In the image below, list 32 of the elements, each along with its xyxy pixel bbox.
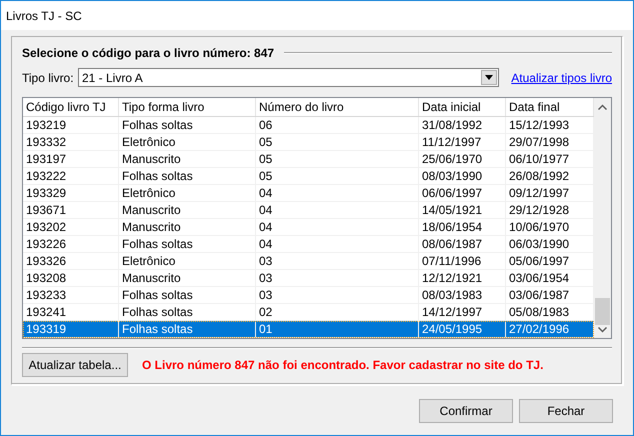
table-row[interactable]: 193226 Folhas soltas 04 08/06/1987 06/03/1990 bbox=[23, 236, 594, 253]
dialog-button[interactable]: Confirmar bbox=[419, 399, 513, 423]
table-cell: Folhas soltas bbox=[119, 321, 256, 338]
table-row[interactable]: 193671 Manuscrito 04 14/05/1921 29/12/1928 bbox=[23, 202, 594, 219]
table-cell: 193319 bbox=[23, 321, 119, 338]
dialog-button[interactable]: Fechar bbox=[519, 399, 613, 423]
refresh-types-link[interactable]: Atualizar tipos livro bbox=[511, 70, 612, 84]
dropdown-field[interactable]: 21 - Livro A bbox=[78, 68, 500, 87]
table-row[interactable]: 193222 Folhas soltas 05 08/03/1990 26/08/1992 bbox=[23, 168, 594, 185]
group-heading: Selecione o código para o livro número: 847 bbox=[22, 46, 274, 60]
window-title: Livros TJ - SC bbox=[6, 8, 82, 22]
table-row[interactable]: 193208 Manuscrito 03 12/12/1921 03/06/1954 bbox=[23, 270, 594, 287]
error-message: O Livro número 847 não foi encontrado. Favor cadastrar no site do TJ. bbox=[142, 358, 544, 372]
caret-icon[interactable] bbox=[481, 70, 498, 85]
table-row[interactable]: 193219 Folhas soltas 06 31/08/1992 15/12/1993 bbox=[23, 117, 594, 134]
table-cell: 24/05/1995 bbox=[419, 321, 506, 338]
scroll-up-icon[interactable] bbox=[598, 104, 607, 110]
table-row[interactable]: 193319 Folhas soltas 01 24/05/1995 27/02/1996 bbox=[23, 321, 594, 338]
table-row[interactable]: 193326 Eletrônico 03 07/11/1996 05/06/1997 bbox=[23, 253, 594, 270]
table-row[interactable]: 193233 Folhas soltas 03 08/03/1983 03/06/1987 bbox=[23, 287, 594, 304]
scroll-thumb[interactable] bbox=[595, 298, 610, 325]
table-row[interactable]: 193241 Folhas soltas 02 14/12/1997 05/08/1983 bbox=[23, 304, 594, 321]
refresh-table-button[interactable]: Atualizar tabela... bbox=[22, 353, 128, 377]
table-cell: 01 bbox=[256, 321, 419, 338]
field-label: Tipo livro: bbox=[22, 70, 72, 84]
column-header[interactable]: Tipo forma livro bbox=[119, 98, 256, 116]
table-row[interactable]: 193197 Manuscrito 05 25/06/1970 06/10/1977 bbox=[23, 151, 594, 168]
table-row[interactable]: 193202 Manuscrito 04 18/06/1954 10/06/1970 bbox=[23, 219, 594, 236]
scroll-down-icon[interactable] bbox=[598, 327, 607, 333]
table-row[interactable]: 193329 Eletrônico 04 06/06/1997 09/12/1997 bbox=[23, 185, 594, 202]
table-row[interactable]: 193332 Eletrônico 05 11/12/1997 29/07/1998 bbox=[23, 134, 594, 151]
vertical-scrollbar[interactable] bbox=[594, 98, 611, 338]
